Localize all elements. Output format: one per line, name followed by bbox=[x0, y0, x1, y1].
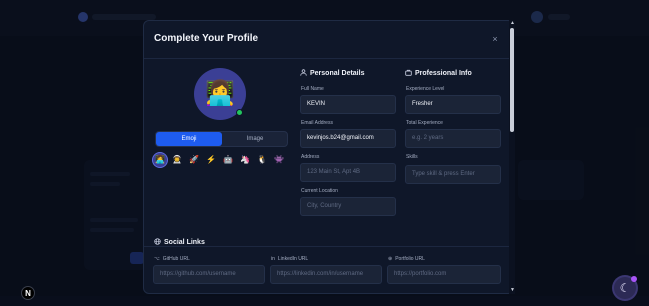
status-dot bbox=[236, 109, 243, 116]
professional-info-title: Professional Info bbox=[415, 70, 472, 77]
scroll-up-icon[interactable]: ▲ bbox=[510, 20, 515, 26]
email-field[interactable]: kevinjos.b24@gmail.com bbox=[300, 129, 396, 148]
linkedin-url-field[interactable]: https://linkedin.com/in/username bbox=[270, 265, 382, 284]
close-icon[interactable]: × bbox=[489, 32, 501, 46]
total-experience-label: Total Experience bbox=[406, 120, 443, 126]
linkedin-label: in LinkedIn URL bbox=[271, 256, 308, 262]
address-field[interactable]: 123 Main St, Apt 4B bbox=[300, 163, 396, 182]
briefcase-icon bbox=[405, 69, 412, 78]
professional-info-heading: Professional Info bbox=[405, 69, 472, 78]
emoji-option[interactable]: 🦄 bbox=[238, 153, 252, 167]
portfolio-label-text: Portfolio URL bbox=[395, 256, 425, 262]
emoji-option[interactable]: ⚡ bbox=[204, 153, 218, 167]
scroll-down-icon[interactable]: ▼ bbox=[510, 287, 515, 293]
emoji-option[interactable]: 👨‍🚀 bbox=[170, 153, 184, 167]
github-label: ⌥ GitHub URL bbox=[154, 256, 190, 262]
full-name-field[interactable]: KEVIN bbox=[300, 95, 396, 114]
skills-label: Skills bbox=[406, 154, 418, 160]
n-badge-icon[interactable]: N bbox=[21, 286, 35, 300]
avatar-emoji: 👩‍💻 bbox=[205, 80, 235, 107]
github-label-text: GitHub URL bbox=[162, 256, 190, 262]
tab-emoji[interactable]: Emoji bbox=[156, 132, 222, 146]
tab-image[interactable]: Image bbox=[222, 132, 288, 146]
experience-level-select[interactable]: Fresher bbox=[405, 95, 501, 114]
user-icon bbox=[300, 69, 307, 78]
portfolio-label: ⊕ Portfolio URL bbox=[388, 256, 425, 262]
notification-dot bbox=[631, 276, 637, 282]
linkedin-label-text: LinkedIn URL bbox=[277, 256, 309, 262]
emoji-option[interactable]: 👩‍💻 bbox=[153, 153, 167, 167]
scroll-thumb[interactable] bbox=[510, 28, 514, 132]
portfolio-url-field[interactable]: https://portfolio.com bbox=[387, 265, 501, 284]
modal-scrollbar[interactable]: ▲ ▼ bbox=[509, 20, 515, 294]
emoji-option[interactable]: 🚀 bbox=[187, 153, 201, 167]
moon-icon: ☾ bbox=[619, 281, 631, 295]
personal-details-title: Personal Details bbox=[310, 70, 365, 77]
location-label: Current Location bbox=[301, 188, 338, 194]
profile-modal: Complete Your Profile × 👩‍💻 Emoji Image … bbox=[143, 20, 514, 294]
address-label: Address bbox=[301, 154, 320, 160]
avatar-mode-toggle: Emoji Image bbox=[155, 131, 288, 147]
experience-level-label: Experience Level bbox=[406, 86, 445, 92]
modal-title: Complete Your Profile bbox=[154, 33, 259, 44]
emoji-option[interactable]: 🐧 bbox=[255, 153, 269, 167]
social-links-heading: Social Links bbox=[154, 238, 205, 247]
email-label: Email Address bbox=[301, 120, 333, 126]
emoji-option[interactable]: 👾 bbox=[272, 153, 286, 167]
github-icon: ⌥ bbox=[154, 256, 160, 262]
social-links-title: Social Links bbox=[164, 239, 205, 246]
skills-input[interactable]: Type skill & press Enter bbox=[405, 165, 501, 184]
modal-header: Complete Your Profile × bbox=[144, 21, 513, 59]
emoji-option[interactable]: 🤖 bbox=[221, 153, 235, 167]
total-experience-field[interactable]: e.g. 2 years bbox=[405, 129, 501, 148]
location-field[interactable]: City, Country bbox=[300, 197, 396, 216]
linkedin-icon: in bbox=[271, 256, 275, 262]
emoji-picker: 👩‍💻 👨‍🚀 🚀 ⚡ 🤖 🦄 🐧 👾 bbox=[153, 153, 293, 169]
personal-details-heading: Personal Details bbox=[300, 69, 364, 78]
globe-icon bbox=[154, 238, 161, 247]
globe-icon: ⊕ bbox=[388, 256, 393, 262]
theme-toggle-button[interactable]: ☾ bbox=[614, 276, 637, 299]
github-url-field[interactable]: https://github.com/username bbox=[153, 265, 265, 284]
full-name-label: Full Name bbox=[301, 86, 324, 92]
